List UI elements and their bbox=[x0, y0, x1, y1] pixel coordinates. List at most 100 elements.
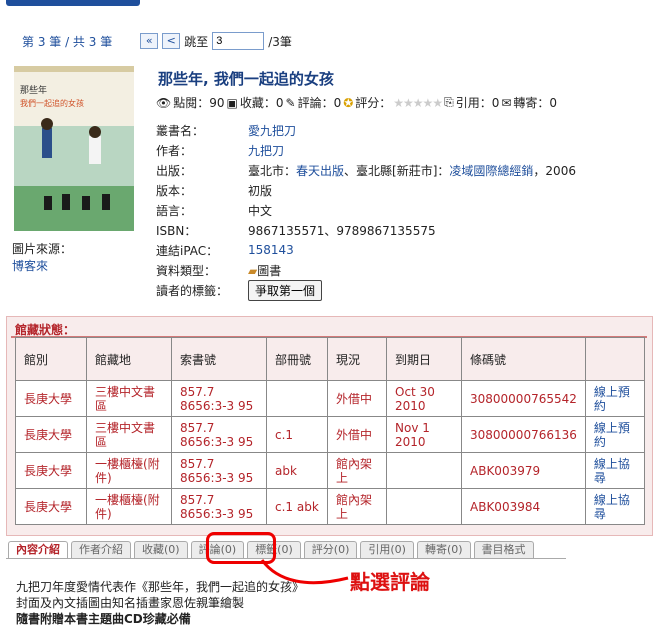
col-header bbox=[584, 337, 646, 381]
cell-duedate bbox=[386, 488, 462, 525]
table-row: 長庚大學 一樓櫃檯(附件) 857.7 8656:3-3 95 abk 館內架上… bbox=[15, 452, 646, 489]
meta-row-series: 叢書名： 愛九把刀 bbox=[156, 120, 576, 140]
comments-count: 評論：0 bbox=[297, 96, 342, 110]
cell-status: 館內架上 bbox=[327, 452, 387, 489]
search-request-link[interactable]: 線上協尋 bbox=[594, 457, 630, 485]
meta-key: 讀者的標籤： bbox=[156, 283, 229, 298]
cell-library: 長庚大學 bbox=[15, 452, 87, 489]
table-row: 長庚大學 三樓中文書區 857.7 8656:3-3 95 c.1 外借中 No… bbox=[15, 416, 646, 453]
col-header: 現況 bbox=[327, 337, 387, 381]
table-row: 長庚大學 三樓中文書區 857.7 8656:3-3 95 外借中 Oct 30… bbox=[15, 380, 646, 417]
reserve-link[interactable]: 線上預約 bbox=[594, 385, 630, 413]
cell-duedate bbox=[386, 452, 462, 489]
publish-sep: 、臺北縣[新莊市]： bbox=[344, 163, 450, 178]
meta-key: 語言： bbox=[156, 203, 193, 218]
favorites-icon: ▣ bbox=[226, 95, 238, 110]
tab-bib-format[interactable]: 書目格式 bbox=[473, 541, 534, 558]
col-header: 部冊號 bbox=[266, 337, 328, 381]
meta-key: 資料類型： bbox=[156, 263, 217, 278]
cell-volume: c.1 abk bbox=[266, 488, 328, 525]
reserve-link[interactable]: 線上預約 bbox=[594, 421, 630, 449]
cell-library: 長庚大學 bbox=[15, 416, 87, 453]
isbn-value: 9867135571、9789867135575 bbox=[248, 223, 436, 238]
cell-callno: 857.7 8656:3-3 95 bbox=[171, 380, 267, 417]
ipac-link[interactable]: 158143 bbox=[248, 243, 294, 257]
cell-status: 外借中 bbox=[327, 416, 387, 453]
views-icon: 👁 bbox=[156, 95, 172, 110]
meta-row-ipac: 連結iPAC： 158143 bbox=[156, 240, 576, 260]
page-input[interactable] bbox=[212, 32, 265, 50]
meta-key: 作者： bbox=[156, 143, 193, 158]
cell-callno: 857.7 8656:3-3 95 bbox=[171, 416, 267, 453]
image-source-link[interactable]: 博客來 bbox=[12, 257, 48, 274]
cell-callno: 857.7 8656:3-3 95 bbox=[171, 452, 267, 489]
publisher-link[interactable]: 春天出版 bbox=[296, 164, 344, 178]
book-cover-image: 那些年 我們一起追的女孩 bbox=[14, 66, 134, 231]
cell-volume: c.1 bbox=[266, 416, 328, 453]
publish-place: 臺北市： bbox=[248, 163, 297, 178]
cell-volume bbox=[266, 380, 328, 417]
tab-forwards[interactable]: 轉寄(0) bbox=[416, 541, 471, 558]
tab-author-intro[interactable]: 作者介紹 bbox=[71, 541, 131, 558]
cell-callno: 857.7 8656:3-3 95 bbox=[171, 488, 267, 525]
publish-year: ，2006 bbox=[533, 163, 576, 178]
author-link[interactable]: 九把刀 bbox=[248, 144, 284, 158]
meta-key: ISBN： bbox=[156, 223, 197, 238]
comments-icon: ✎ bbox=[285, 95, 296, 110]
holdings-table: 館別 館藏地 索書號 部冊號 現況 到期日 條碼號 長庚大學 三樓中文書區 85… bbox=[15, 337, 646, 525]
book-title: 那些年, 我們一起追的女孩 bbox=[158, 70, 334, 88]
edition-value: 初版 bbox=[248, 183, 273, 198]
col-header: 館別 bbox=[15, 337, 87, 381]
language-value: 中文 bbox=[248, 203, 273, 218]
image-source-label: 圖片來源： bbox=[12, 242, 73, 256]
cell-duedate: Oct 30 2010 bbox=[386, 380, 462, 417]
cell-library: 長庚大學 bbox=[15, 380, 87, 417]
annotation-text: 點選評論 bbox=[350, 570, 430, 594]
tab-favorites[interactable]: 收藏(0) bbox=[134, 541, 188, 558]
book-metadata: 叢書名： 愛九把刀 作者： 九把刀 出版： 臺北市：春天出版、臺北縣[新莊市]：… bbox=[156, 120, 576, 301]
prev-page-button[interactable]: < bbox=[162, 33, 181, 49]
col-header: 到期日 bbox=[386, 337, 462, 381]
add-tag-button[interactable]: 爭取第一個 bbox=[248, 279, 323, 301]
jump-label: 跳至 bbox=[184, 34, 209, 49]
forward-count: 轉寄：0 bbox=[513, 96, 558, 110]
search-request-link[interactable]: 線上協尋 bbox=[594, 493, 630, 521]
meta-row-language: 語言： 中文 bbox=[156, 200, 576, 220]
type-value: 圖書 bbox=[257, 263, 282, 278]
citation-icon: ⎘ bbox=[444, 95, 454, 109]
cell-location: 三樓中文書區 bbox=[86, 380, 172, 417]
pager: 第 3 筆 / 共 3 筆 « < 跳至 /3筆 bbox=[22, 32, 292, 50]
cell-barcode: 30800000765542 bbox=[461, 380, 586, 417]
cover-text-2: 我們一起追的女孩 bbox=[20, 98, 84, 108]
cell-library: 長庚大學 bbox=[15, 488, 87, 525]
meta-row-author: 作者： 九把刀 bbox=[156, 140, 576, 160]
col-header: 條碼號 bbox=[461, 337, 586, 381]
views-count: 點閱：90 bbox=[173, 96, 225, 110]
forward-icon: ✉ bbox=[501, 95, 512, 110]
distributor-link[interactable]: 凌域國際總經銷 bbox=[449, 164, 533, 178]
holdings-panel: 館藏狀態： 館別 館藏地 索書號 部冊號 現況 到期日 條碼號 長庚大學 三樓中… bbox=[6, 316, 653, 536]
content-line: 隨書附贈本書主題曲CD珍藏必備 bbox=[16, 612, 191, 626]
first-page-button[interactable]: « bbox=[140, 33, 159, 49]
rating-stars-icon[interactable]: ★★★★★ bbox=[393, 96, 443, 110]
meta-key: 版本： bbox=[156, 183, 193, 198]
cell-barcode: ABK003979 bbox=[461, 452, 586, 489]
cell-location: 一樓櫃檯(附件) bbox=[86, 452, 172, 489]
citation-count: 引用：0 bbox=[455, 96, 500, 110]
cell-location: 一樓櫃檯(附件) bbox=[86, 488, 172, 525]
rating-icon: ✪ bbox=[343, 95, 354, 110]
cell-status: 外借中 bbox=[327, 380, 387, 417]
holdings-header-row: 館別 館藏地 索書號 部冊號 現況 到期日 條碼號 bbox=[15, 337, 646, 381]
meta-key: 出版： bbox=[156, 163, 193, 178]
meta-row-publish: 出版： 臺北市：春天出版、臺北縣[新莊市]：凌域國際總經銷，2006 bbox=[156, 160, 576, 180]
tab-content-intro[interactable]: 內容介紹 bbox=[8, 541, 68, 558]
col-header: 索書號 bbox=[171, 337, 267, 381]
cell-status: 館內架上 bbox=[327, 488, 387, 525]
top-nav-tab[interactable] bbox=[6, 0, 140, 6]
series-link[interactable]: 愛九把刀 bbox=[248, 124, 296, 138]
rating-label: 評分： bbox=[355, 96, 392, 110]
tab-citations[interactable]: 引用(0) bbox=[360, 541, 414, 558]
cell-duedate: Nov 1 2010 bbox=[386, 416, 462, 453]
cell-barcode: 30800000766136 bbox=[461, 416, 586, 453]
meta-row-isbn: ISBN： 9867135571、9789867135575 bbox=[156, 220, 576, 240]
